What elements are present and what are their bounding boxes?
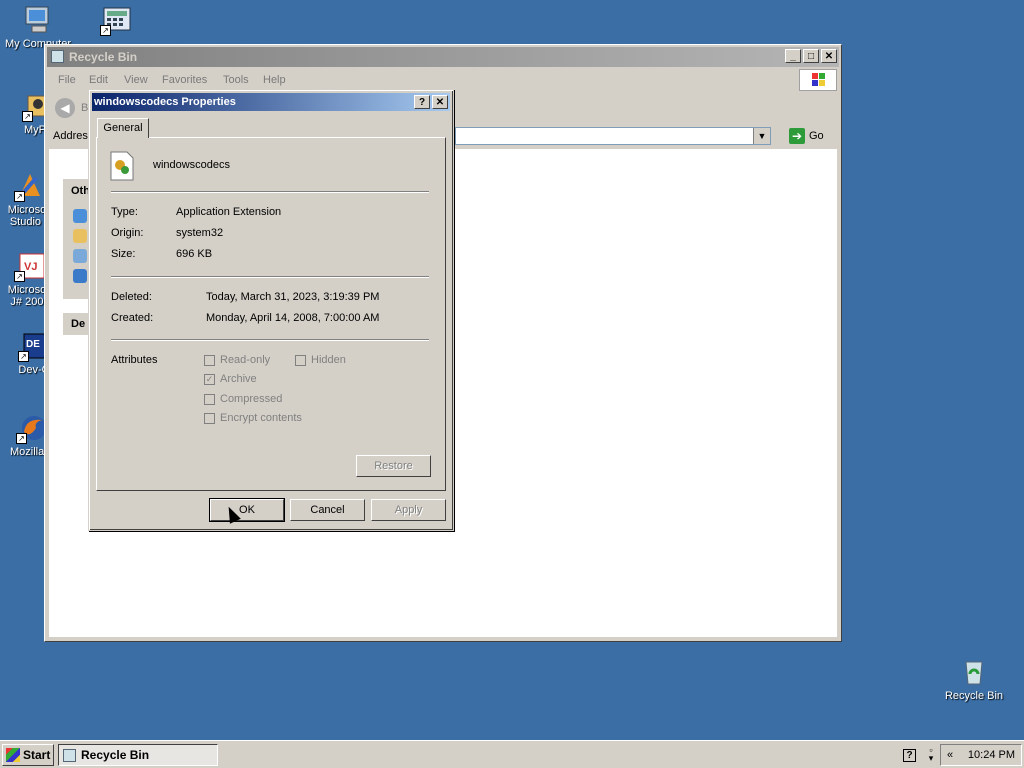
help-tray-icon[interactable]: ?: [903, 749, 916, 762]
shortcut-arrow-icon: ↗: [14, 191, 25, 202]
created-value: Monday, April 14, 2008, 7:00:00 AM: [206, 312, 380, 324]
type-label: Type:: [111, 206, 138, 218]
desktop-icon-label: Recycle Bin: [944, 690, 1004, 702]
vj-sharp-icon: VJ ↗: [14, 250, 46, 282]
start-label: Start: [23, 748, 51, 762]
ok-button[interactable]: OK: [209, 498, 285, 522]
taskbar-item-label: Recycle Bin: [81, 748, 150, 762]
size-label: Size:: [111, 248, 136, 260]
calculator-icon: ↗: [100, 4, 132, 36]
windows-logo-icon: [799, 69, 837, 91]
file-name: windowscodecs: [153, 159, 231, 171]
go-button[interactable]: ➔ Go: [789, 127, 824, 145]
divider: [111, 339, 429, 341]
divider: [111, 191, 429, 193]
divider: [111, 276, 429, 278]
compressed-label: Compressed: [220, 393, 283, 405]
menu-help[interactable]: Help: [263, 74, 286, 86]
windows-flag-icon: [6, 748, 20, 762]
compressed-checkbox[interactable]: Compressed: [204, 393, 282, 405]
menu-view[interactable]: View: [124, 74, 148, 86]
checkbox-box: [204, 412, 215, 424]
shortcut-arrow-icon: ↗: [16, 433, 27, 444]
back-button[interactable]: ◀: [55, 98, 75, 118]
encrypt-label: Encrypt contents: [220, 412, 302, 424]
archive-label: Archive: [220, 373, 257, 385]
checkbox-box: [295, 354, 306, 366]
back-arrow-icon: ◀: [60, 101, 70, 115]
type-value: Application Extension: [176, 206, 282, 218]
svg-text:DE: DE: [26, 339, 40, 350]
computer-link-icon[interactable]: [73, 249, 87, 263]
details-header[interactable]: De: [71, 318, 85, 330]
visual-studio-icon: ↗: [14, 170, 46, 202]
go-label: Go: [809, 130, 824, 142]
start-button[interactable]: Start: [2, 744, 54, 766]
deleted-label: Deleted:: [111, 291, 152, 303]
my-computer-icon: [22, 4, 54, 36]
cancel-button[interactable]: Cancel: [290, 499, 365, 521]
checkmark-icon: ✓: [204, 373, 215, 385]
read-only-label: Read-only: [220, 354, 271, 366]
origin-label: Origin:: [111, 227, 144, 239]
close-button[interactable]: ✕: [821, 49, 837, 63]
recycle-bin-small-icon: [63, 748, 76, 762]
menu-edit[interactable]: Edit: [89, 74, 108, 86]
tray-expand-button[interactable]: «: [947, 749, 953, 761]
origin-value: system32: [176, 227, 224, 239]
minimize-button[interactable]: _: [785, 49, 801, 63]
hidden-checkbox[interactable]: Hidden: [295, 354, 346, 366]
documents-link-icon[interactable]: [73, 229, 87, 243]
desktop-link-icon[interactable]: [73, 209, 87, 223]
tab-general[interactable]: General: [97, 118, 149, 138]
shortcut-arrow-icon: ↗: [22, 111, 33, 122]
shortcut-arrow-icon: ↗: [18, 351, 29, 362]
window-title: Recycle Bin: [69, 50, 138, 64]
clock[interactable]: 10:24 PM: [968, 749, 1015, 761]
archive-checkbox[interactable]: ✓ Archive: [204, 373, 257, 385]
recycle-bin-small-icon: [51, 50, 64, 63]
menu-tools[interactable]: Tools: [223, 74, 249, 86]
encrypt-checkbox[interactable]: Encrypt contents: [204, 412, 302, 424]
dialog-title-bar[interactable]: windowscodecs Properties ? ✕: [92, 93, 450, 111]
properties-dialog: windowscodecs Properties ? ✕ General win…: [88, 89, 454, 531]
checkbox-box: [204, 354, 215, 366]
go-arrow-icon: ➔: [789, 128, 805, 144]
recycle-bin-icon: [958, 656, 990, 688]
attributes-label: Attributes: [111, 354, 158, 366]
shortcut-arrow-icon: ↗: [14, 271, 25, 282]
shortcut-arrow-icon: ↗: [100, 25, 111, 36]
maximize-button[interactable]: □: [803, 49, 819, 63]
deleted-value: Today, March 31, 2023, 3:19:39 PM: [206, 291, 380, 303]
taskbar: Start Recycle Bin ? ▫ ▾ « 10:24 PM: [0, 740, 1024, 768]
desktop-icon-calculator[interactable]: ↗: [80, 4, 152, 38]
checkbox-box: [204, 393, 215, 405]
address-dropdown-button[interactable]: ▼: [753, 128, 770, 144]
menu-file[interactable]: File: [58, 74, 76, 86]
dialog-close-button[interactable]: ✕: [432, 95, 448, 109]
apply-button[interactable]: Apply: [371, 499, 446, 521]
network-tray-icon[interactable]: ▫ ▾: [926, 746, 936, 763]
address-label: Addres: [53, 130, 88, 142]
restore-button[interactable]: Restore: [356, 455, 431, 477]
hidden-label: Hidden: [311, 354, 346, 366]
size-value: 696 KB: [176, 248, 213, 260]
help-button[interactable]: ?: [414, 95, 430, 109]
desktop-icon-recycle-bin[interactable]: Recycle Bin: [938, 656, 1010, 702]
taskbar-item-recycle-bin[interactable]: Recycle Bin: [58, 744, 218, 766]
system-tray: « 10:24 PM: [940, 744, 1022, 766]
address-input[interactable]: ▼: [455, 127, 771, 145]
network-link-icon[interactable]: [73, 269, 87, 283]
dialog-title: windowscodecs Properties: [94, 96, 236, 108]
read-only-checkbox[interactable]: Read-only: [204, 354, 270, 366]
created-label: Created:: [111, 312, 154, 324]
dll-file-icon: [109, 150, 135, 182]
menu-favorites[interactable]: Favorites: [162, 74, 207, 86]
svg-text:VJ: VJ: [24, 261, 37, 273]
menu-bar: File Edit View Favorites Tools Help: [47, 69, 839, 89]
window-title-bar[interactable]: Recycle Bin _ □ ✕: [47, 47, 839, 67]
